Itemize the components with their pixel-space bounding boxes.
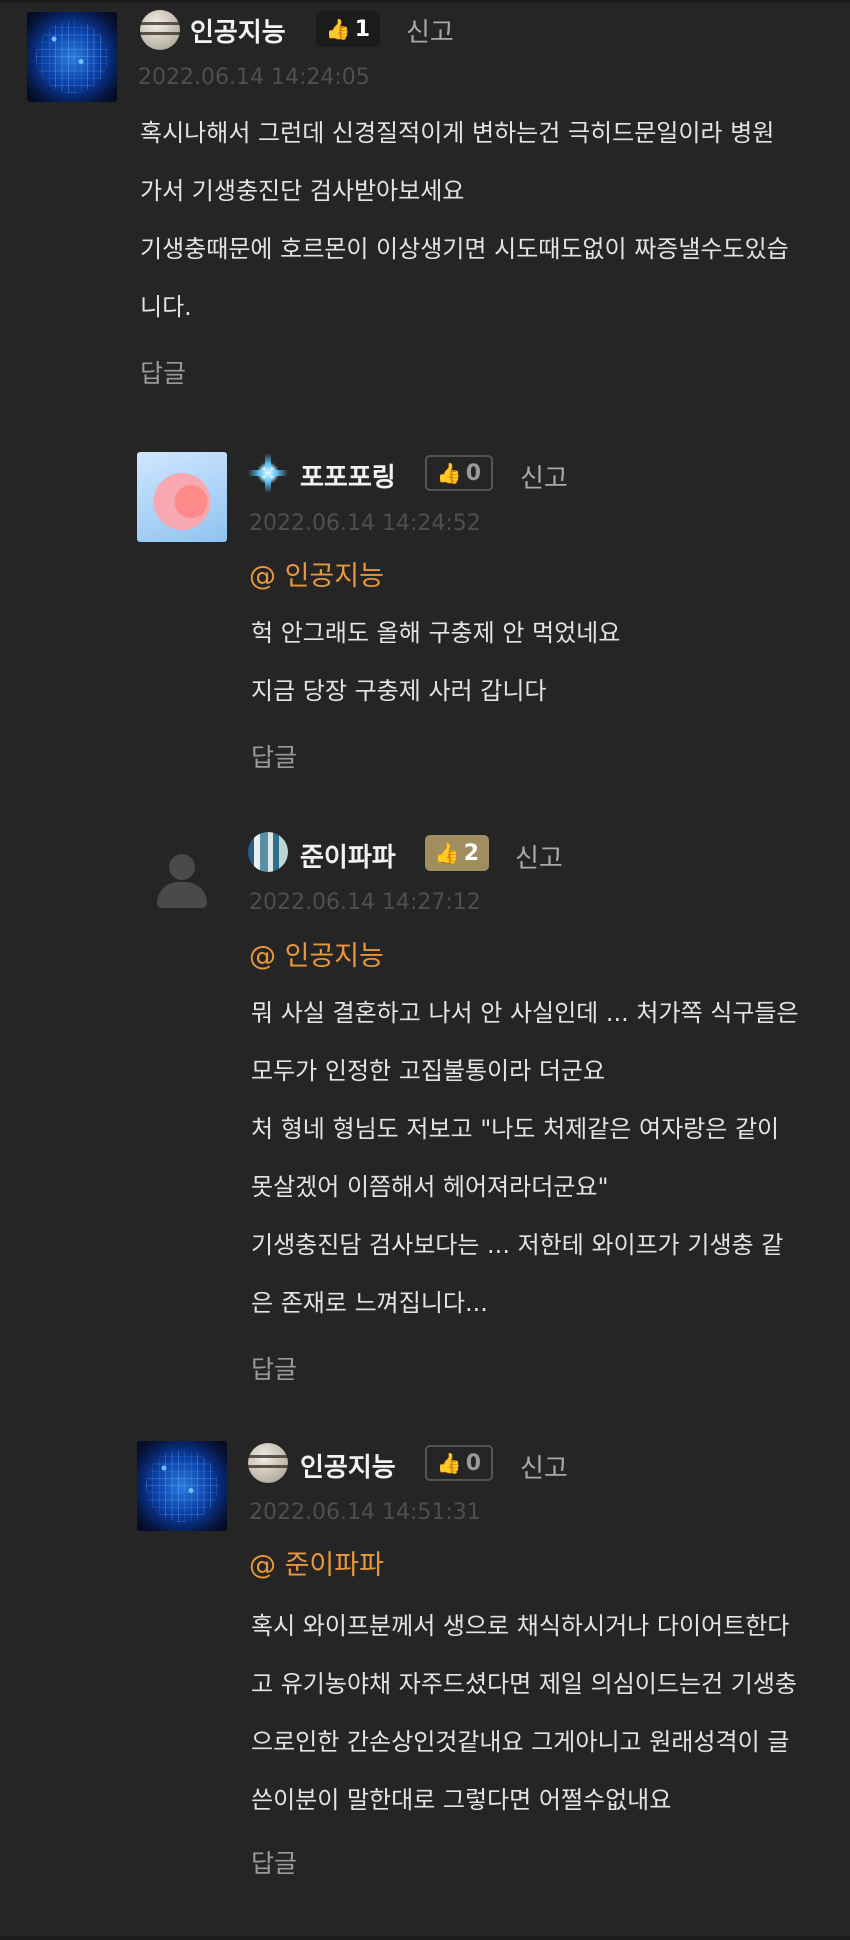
timestamp: 2022.06.14 14:24:52	[249, 511, 481, 536]
comment-line: 니다.	[140, 293, 192, 321]
user-avatar[interactable]	[27, 12, 117, 102]
timestamp: 2022.06.14 14:27:12	[249, 890, 481, 915]
comment-line: 가서 기생충진단 검사받아보세요	[140, 177, 465, 205]
comment-line: 뭐 사실 결혼하고 나서 안 사실인데 ... 처가쪽 식구들은	[251, 999, 799, 1027]
like-button[interactable]: 👍 2	[425, 835, 489, 871]
level-icon	[140, 10, 180, 50]
thumbs-up-icon: 👍	[436, 461, 462, 485]
comment-body: 헉 안그래도 올해 구충제 안 먹었네요 지금 당장 구충제 사러 갑니다	[251, 604, 620, 720]
user-avatar[interactable]	[137, 1441, 227, 1531]
bottom-divider	[0, 1936, 850, 1940]
like-count: 0	[465, 1450, 482, 1476]
comment-line: 못살겠어 이쯤해서 헤어져라더군요"	[251, 1173, 609, 1201]
report-button[interactable]: 신고	[515, 838, 563, 875]
thumbs-up-icon: 👍	[436, 1451, 462, 1475]
mention-tag[interactable]: @ 인공지능	[249, 934, 384, 973]
timestamp: 2022.06.14 14:51:31	[249, 1500, 481, 1525]
comment-line: 지금 당장 구충제 사러 갑니다	[251, 677, 547, 705]
comment-line: 쓴이분이 말한대로 그렇다면 어쩔수없내요	[251, 1786, 672, 1814]
comment-line: 혹시 와이프분께서 생으로 채식하시거나 다이어트한다	[251, 1612, 790, 1640]
report-button[interactable]: 신고	[520, 458, 568, 495]
thumbs-up-icon: 👍	[325, 17, 351, 41]
like-count: 0	[465, 460, 482, 486]
like-count: 2	[463, 840, 480, 866]
like-count: 1	[354, 16, 371, 42]
user-avatar[interactable]	[137, 452, 227, 542]
like-button[interactable]: 👍 1	[316, 11, 380, 47]
nickname[interactable]: 준이파파	[300, 837, 396, 874]
reply-button[interactable]: 답글	[140, 354, 186, 390]
comment-body: 혹시 와이프분께서 생으로 채식하시거나 다이어트한다 고 유기농야채 자주드셨…	[251, 1597, 797, 1829]
mention-tag[interactable]: @ 인공지능	[249, 554, 384, 593]
nickname[interactable]: 포포포링	[300, 457, 396, 494]
avatar-body	[157, 882, 207, 908]
reply-button[interactable]: 답글	[251, 1350, 297, 1386]
thumbs-up-icon: 👍	[434, 841, 460, 865]
comment-line: 모두가 인정한 고집불통이라 더군요	[251, 1057, 606, 1085]
report-button[interactable]: 신고	[406, 12, 454, 49]
nickname[interactable]: 인공지능	[300, 1447, 396, 1484]
comment-line: 처 형네 형님도 저보고 "나도 처제같은 여자랑은 같이	[251, 1115, 780, 1143]
level-icon	[248, 453, 288, 493]
reply-button[interactable]: 답글	[251, 1844, 297, 1880]
timestamp: 2022.06.14 14:24:05	[138, 65, 370, 90]
mention-tag[interactable]: @ 준이파파	[249, 1543, 384, 1582]
comment-body: 혹시나해서 그런데 신경질적이게 변하는건 극히드문일이라 병원 가서 기생충진…	[140, 104, 789, 336]
like-button[interactable]: 👍 0	[425, 455, 493, 491]
reply-button[interactable]: 답글	[251, 738, 297, 774]
comment-line: 혹시나해서 그런데 신경질적이게 변하는건 극히드문일이라 병원	[140, 119, 775, 147]
avatar-head	[169, 854, 195, 880]
top-divider	[0, 0, 850, 3]
comment-line: 은 존재로 느껴집니다...	[251, 1289, 488, 1317]
nickname[interactable]: 인공지능	[190, 12, 286, 49]
like-button[interactable]: 👍 0	[425, 1445, 493, 1481]
comment-line: 고 유기농야채 자주드셨다면 제일 의심이드는건 기생충	[251, 1670, 797, 1698]
report-button[interactable]: 신고	[520, 1448, 568, 1485]
comment-body: 뭐 사실 결혼하고 나서 안 사실인데 ... 처가쪽 식구들은 모두가 인정한…	[251, 984, 799, 1332]
comment-line: 으로인한 간손상인것같내요 그게아니고 원래성격이 글	[251, 1728, 790, 1756]
comment-line: 헉 안그래도 올해 구충제 안 먹었네요	[251, 619, 621, 647]
person-icon[interactable]	[137, 832, 227, 922]
level-icon	[248, 1443, 288, 1483]
comment-line: 기생충진담 검사보다는 ... 저한테 와이프가 기생충 같	[251, 1231, 784, 1259]
comment-line: 기생충때문에 호르몬이 이상생기면 시도때도없이 짜증낼수도있습	[140, 235, 789, 263]
level-icon	[248, 832, 288, 872]
